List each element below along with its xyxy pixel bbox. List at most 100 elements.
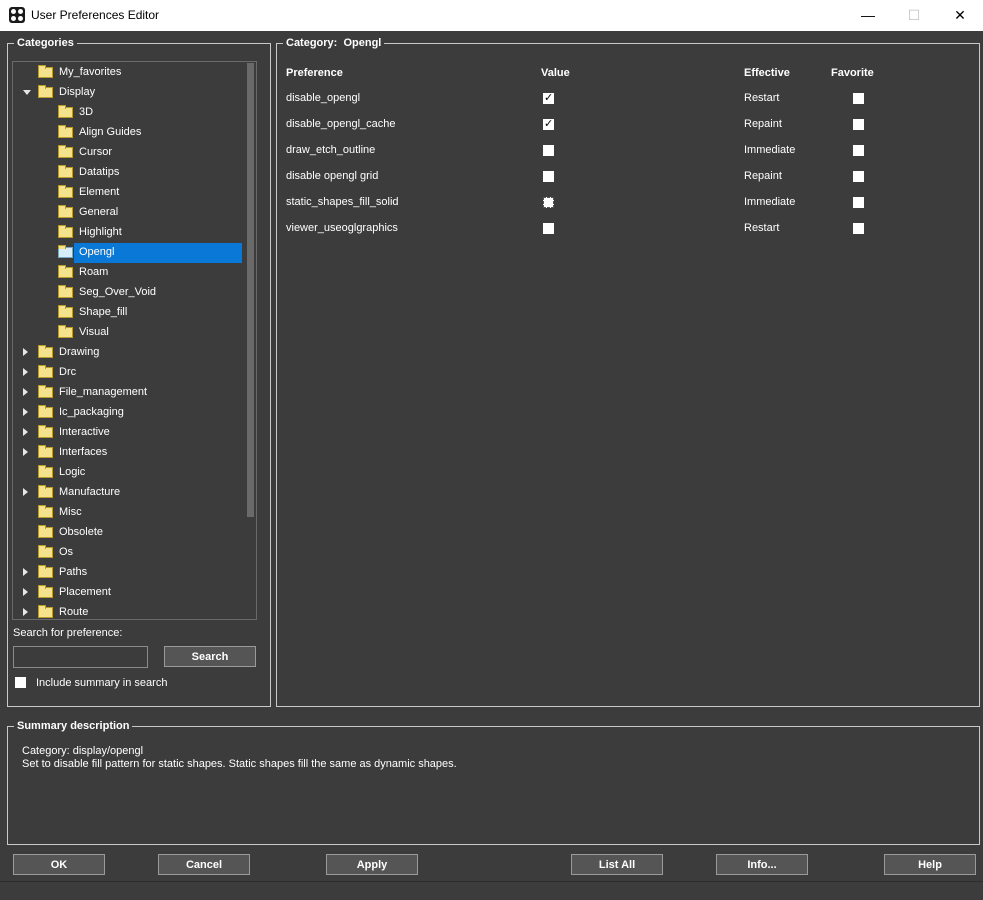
tree-item-placement[interactable]: Placement xyxy=(13,583,244,603)
folder-icon xyxy=(38,585,53,598)
summary-category: Category: display/opengl xyxy=(22,745,144,757)
tree-item-label: Misc xyxy=(59,506,82,518)
search-button[interactable]: Search xyxy=(164,646,256,667)
expand-arrow-icon[interactable] xyxy=(23,408,28,416)
tree-item-paths[interactable]: Paths xyxy=(13,563,244,583)
include-summary-label: Include summary in search xyxy=(36,677,168,689)
tree-item-label: Manufacture xyxy=(59,486,121,498)
tree-item-element[interactable]: Element xyxy=(13,183,244,203)
tree-item-seg-over-void[interactable]: Seg_Over_Void xyxy=(13,283,244,303)
tree-item-drawing[interactable]: Drawing xyxy=(13,343,244,363)
header-preference: Preference xyxy=(286,67,343,79)
expand-arrow-icon[interactable] xyxy=(23,348,28,356)
tree-item-label: Os xyxy=(59,546,74,558)
category-legend-name: Opengl xyxy=(343,37,382,49)
close-button[interactable]: ✕ xyxy=(937,0,983,31)
tree-item-opengl[interactable]: Opengl xyxy=(13,243,244,263)
expand-arrow-icon[interactable] xyxy=(23,568,28,576)
minimize-button[interactable]: — xyxy=(845,0,891,31)
expand-arrow-icon[interactable] xyxy=(23,388,28,396)
favorite-checkbox[interactable] xyxy=(853,119,864,130)
maximize-button[interactable]: ☐ xyxy=(891,0,937,31)
tree-item-drc[interactable]: Drc xyxy=(13,363,244,383)
folder-icon xyxy=(38,405,53,418)
tree-item-highlight[interactable]: Highlight xyxy=(13,223,244,243)
favorite-checkbox[interactable] xyxy=(853,145,864,156)
expand-arrow-icon[interactable] xyxy=(23,608,28,616)
tree-item-manufacture[interactable]: Manufacture xyxy=(13,483,244,503)
help-button[interactable]: Help xyxy=(884,854,976,875)
tree-item-file-management[interactable]: File_management xyxy=(13,383,244,403)
collapse-arrow-icon[interactable] xyxy=(23,90,31,95)
preference-name: draw_etch_outline xyxy=(286,144,376,156)
favorite-checkbox[interactable] xyxy=(853,197,864,208)
tree-item-interfaces[interactable]: Interfaces xyxy=(13,443,244,463)
info-button[interactable]: Info... xyxy=(716,854,808,875)
tree-item-label: File_management xyxy=(59,386,148,398)
tree-item-ic-packaging[interactable]: Ic_packaging xyxy=(13,403,244,423)
folder-icon xyxy=(58,145,73,158)
apply-button[interactable]: Apply xyxy=(326,854,418,875)
folder-icon xyxy=(58,125,73,138)
expand-arrow-icon[interactable] xyxy=(23,448,28,456)
tree-scrollbar[interactable] xyxy=(244,62,256,619)
favorite-checkbox[interactable] xyxy=(853,93,864,104)
tree-item-align-guides[interactable]: Align Guides xyxy=(13,123,244,143)
value-checkbox[interactable]: ✓ xyxy=(543,93,554,104)
tree-item-my-favorites[interactable]: My_favorites xyxy=(13,63,244,83)
expand-arrow-icon[interactable] xyxy=(23,588,28,596)
list-all-button[interactable]: List All xyxy=(571,854,663,875)
search-label: Search for preference: xyxy=(13,627,123,639)
folder-icon xyxy=(38,345,53,358)
tree-item-label: Drc xyxy=(59,366,77,378)
tree-item-label: Ic_packaging xyxy=(59,406,124,418)
tree-item-display[interactable]: Display xyxy=(13,83,244,103)
tree-item-label: Roam xyxy=(79,266,109,278)
folder-icon xyxy=(58,225,73,238)
tree-item-3d[interactable]: 3D xyxy=(13,103,244,123)
folder-icon xyxy=(58,105,73,118)
ok-button[interactable]: OK xyxy=(13,854,105,875)
preference-name: disable opengl grid xyxy=(286,170,379,182)
value-checkbox[interactable] xyxy=(543,171,554,182)
favorite-checkbox[interactable] xyxy=(853,171,864,182)
tree-item-shape-fill[interactable]: Shape_fill xyxy=(13,303,244,323)
cancel-button[interactable]: Cancel xyxy=(158,854,250,875)
tree-item-general[interactable]: General xyxy=(13,203,244,223)
tree-item-label: Drawing xyxy=(59,346,100,358)
value-checkbox[interactable] xyxy=(543,145,554,156)
tree-item-obsolete[interactable]: Obsolete xyxy=(13,523,244,543)
effective-text: Repaint xyxy=(744,170,782,182)
expand-arrow-icon[interactable] xyxy=(23,488,28,496)
folder-icon xyxy=(58,305,73,318)
expand-arrow-icon[interactable] xyxy=(23,428,28,436)
search-input[interactable] xyxy=(13,646,148,668)
favorite-checkbox[interactable] xyxy=(853,223,864,234)
value-checkbox[interactable]: ✓ xyxy=(543,119,554,130)
summary-group: Summary description xyxy=(7,720,980,845)
tree-item-cursor[interactable]: Cursor xyxy=(13,143,244,163)
tree-item-visual[interactable]: Visual xyxy=(13,323,244,343)
tree-scrollbar-thumb[interactable] xyxy=(247,63,254,517)
expand-arrow-icon[interactable] xyxy=(23,368,28,376)
tree-item-roam[interactable]: Roam xyxy=(13,263,244,283)
tree-item-interactive[interactable]: Interactive xyxy=(13,423,244,443)
preference-name: static_shapes_fill_solid xyxy=(286,196,399,208)
tree-item-os[interactable]: Os xyxy=(13,543,244,563)
value-checkbox[interactable] xyxy=(543,223,554,234)
folder-icon xyxy=(38,365,53,378)
category-tree[interactable]: Route Placement Paths Os Obsolete Misc Manufac… xyxy=(12,61,257,620)
summary-description: Set to disable fill pattern for static s… xyxy=(22,758,457,770)
include-summary-checkbox[interactable] xyxy=(15,677,26,688)
tree-item-route[interactable]: Route xyxy=(13,603,244,619)
folder-icon xyxy=(58,165,73,178)
tree-item-logic[interactable]: Logic xyxy=(13,463,244,483)
value-checkbox[interactable] xyxy=(543,197,554,208)
tree-item-label: Obsolete xyxy=(59,526,104,538)
tree-item-misc[interactable]: Misc xyxy=(13,503,244,523)
tree-item-datatips[interactable]: Datatips xyxy=(13,163,244,183)
tree-item-label: Interfaces xyxy=(59,446,108,458)
folder-icon xyxy=(38,545,53,558)
folder-icon xyxy=(38,565,53,578)
tree-item-label: Align Guides xyxy=(79,126,142,138)
